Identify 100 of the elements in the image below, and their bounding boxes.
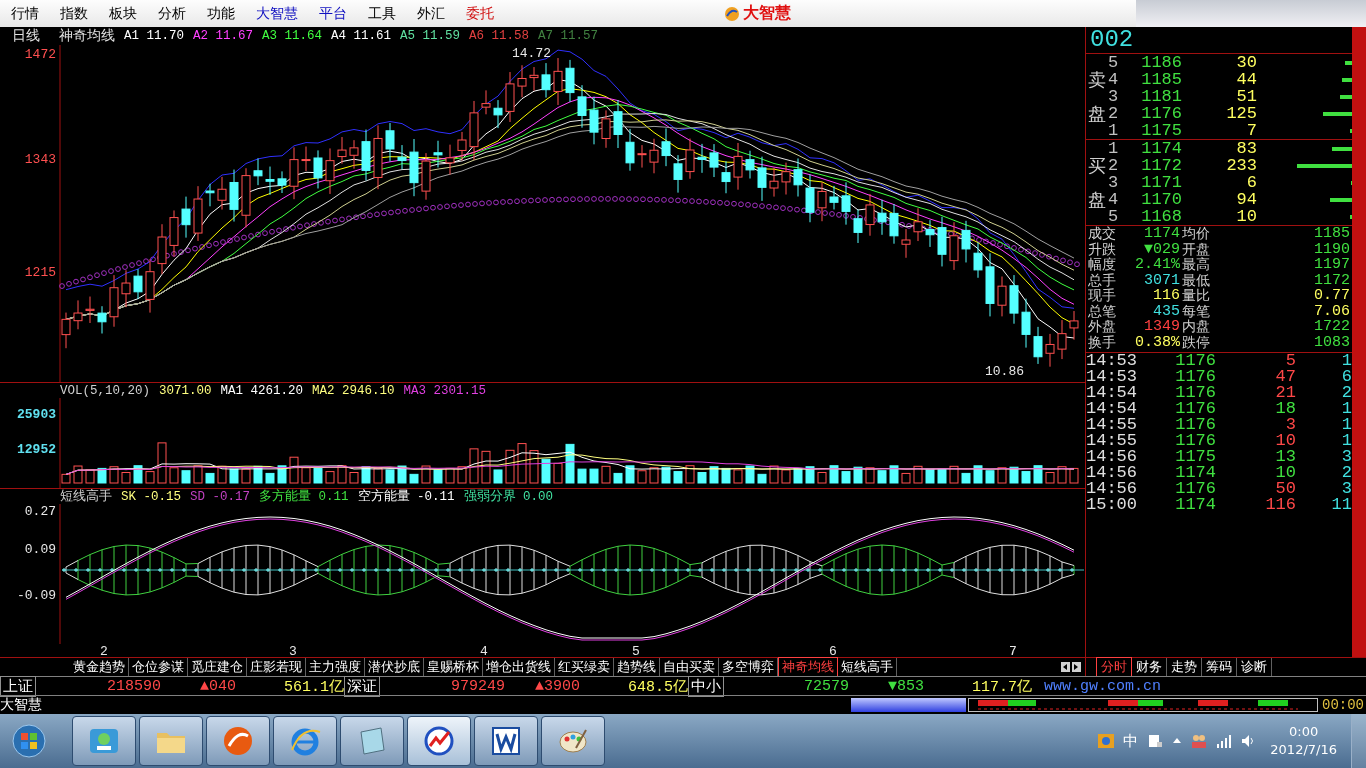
indicator-tab[interactable]: 多空博弈 — [719, 658, 778, 676]
index-name[interactable]: 深证 — [344, 675, 380, 697]
tick-volume: 21 — [1274, 385, 1296, 401]
stat-label: 幅度 — [1087, 257, 1117, 273]
tick-time: 14:55 — [1086, 417, 1138, 433]
indicator-tab[interactable]: 神奇均线 — [778, 657, 838, 677]
menu-item[interactable]: 大智慧 — [245, 4, 308, 23]
stock-code: 002 — [1086, 27, 1352, 54]
menu-item[interactable]: 功能 — [196, 4, 245, 23]
input-tool-icon[interactable] — [1146, 732, 1165, 750]
menu-item[interactable]: 委托 — [455, 4, 504, 23]
axis-label: 25903 — [17, 407, 56, 422]
panel-tab[interactable]: 财务 — [1132, 658, 1167, 676]
indicator-tab[interactable]: 潜伏抄底 — [365, 658, 424, 676]
tick-count: 2 — [1340, 465, 1352, 481]
website-link[interactable]: www.gw.com.cn — [1044, 677, 1162, 695]
oscillator-name: 短线高手 — [60, 489, 112, 504]
taskbar-button[interactable] — [541, 716, 605, 766]
taskbar-button[interactable] — [273, 716, 337, 766]
indicator-tab[interactable]: 黄金趋势 — [70, 658, 129, 676]
indicator-value: A5 11.59 — [400, 29, 461, 43]
indicator-tab[interactable]: 主力强度 — [306, 658, 365, 676]
tick-price: 1176 — [1174, 401, 1216, 417]
tick-volume: 18 — [1274, 401, 1296, 417]
menu-item[interactable]: 工具 — [357, 4, 406, 23]
panel-tab[interactable]: 走势 — [1167, 658, 1202, 676]
chart-app-icon — [422, 724, 456, 758]
oscillator-value: 多方能量 0.11 — [259, 489, 349, 504]
order-level: 4 — [1108, 191, 1120, 208]
indicator-tab[interactable]: 自由买卖 — [660, 658, 719, 676]
axis-label: 5 — [632, 644, 640, 657]
tick-price: 1176 — [1174, 433, 1216, 449]
taskbar-button[interactable] — [407, 716, 471, 766]
axis-label: 0.27 — [24, 504, 56, 519]
tick-volume: 116 — [1264, 497, 1296, 513]
menu-item[interactable]: 外汇 — [406, 4, 455, 23]
taskbar-button[interactable] — [340, 716, 404, 766]
order-price: 1176 — [1140, 105, 1182, 122]
order-volume: 94 — [1235, 191, 1257, 208]
order-volume: 83 — [1235, 140, 1257, 157]
tick-count: 6 — [1340, 369, 1352, 385]
taskbar-button[interactable] — [206, 716, 270, 766]
menu-item[interactable]: 行情 — [0, 4, 49, 23]
indicator-tab[interactable]: 觅庄建仓 — [188, 658, 247, 676]
tick-time: 14:54 — [1086, 385, 1138, 401]
tick-time: 14:55 — [1086, 433, 1138, 449]
tick-price: 1176 — [1174, 385, 1216, 401]
depth-bar — [1329, 197, 1352, 202]
expand-tray-icon[interactable] — [1172, 736, 1183, 746]
order-volume: 6 — [1245, 174, 1257, 191]
indicator-tab[interactable]: 红买绿卖 — [555, 658, 614, 676]
clock[interactable]: 0:00 2012/7/16 — [1264, 723, 1343, 759]
scroll-arrows-icon[interactable] — [1061, 662, 1081, 672]
indicator-tab[interactable]: 仓位参谋 — [129, 658, 188, 676]
indicator-tab[interactable]: 趋势线 — [614, 658, 660, 676]
order-price: 1186 — [1140, 54, 1182, 71]
indicator-tab[interactable]: 增仓出货线 — [483, 658, 555, 676]
stat-label: 内盘 — [1181, 319, 1211, 335]
panel-tab[interactable]: 诊断 — [1237, 658, 1272, 676]
tick-count: 1 — [1340, 401, 1352, 417]
input-method-label[interactable]: 中 — [1123, 731, 1139, 751]
order-price: 1171 — [1140, 174, 1182, 191]
tick-price: 1176 — [1174, 481, 1216, 497]
indicator-tab[interactable]: 短线高手 — [838, 658, 897, 676]
tick-time: 14:56 — [1086, 465, 1138, 481]
order-level: 2 — [1108, 157, 1120, 174]
index-name[interactable]: 中小 — [688, 675, 724, 697]
index-value: 979249 — [450, 677, 505, 695]
stat-value: 2.41% — [1134, 257, 1180, 273]
scrollbar[interactable] — [1352, 27, 1366, 657]
logo-icon — [724, 5, 740, 22]
index-name[interactable]: 上证 — [0, 675, 36, 697]
panel-tab[interactable]: 分时 — [1096, 657, 1132, 677]
indicator-tab[interactable]: 皇赐桥杯 — [424, 658, 483, 676]
stat-label: 每笔 — [1181, 303, 1211, 319]
taskbar-button[interactable] — [139, 716, 203, 766]
index-amount: 117.7亿 — [971, 677, 1032, 696]
order-price: 1174 — [1140, 140, 1182, 157]
taskbar-button[interactable] — [72, 716, 136, 766]
stat-label: 总笔 — [1087, 303, 1117, 319]
tick-time: 14:53 — [1086, 353, 1138, 369]
app-logo: 大智慧 — [743, 3, 791, 24]
axis-label: 4 — [480, 644, 488, 657]
signal-icon[interactable] — [1216, 734, 1233, 748]
stat-label: 跌停 — [1181, 334, 1211, 350]
order-volume: 7 — [1245, 122, 1257, 139]
menu-item[interactable]: 板块 — [98, 4, 147, 23]
indicator-value: A2 11.67 — [193, 29, 254, 43]
oscillator-value: 空方能量 -0.11 — [357, 489, 455, 504]
taskbar-button[interactable] — [474, 716, 538, 766]
indicator-tab[interactable]: 庄影若现 — [247, 658, 306, 676]
low-price-label: 10.86 — [985, 364, 1024, 379]
menu-item[interactable]: 指数 — [49, 4, 98, 23]
panel-tab[interactable]: 筹码 — [1202, 658, 1237, 676]
order-level: 3 — [1108, 88, 1120, 105]
axis-label: 1472 — [24, 47, 56, 62]
depth-bar — [1344, 60, 1352, 65]
menu-item[interactable]: 平台 — [308, 4, 357, 23]
document-app-icon — [489, 724, 523, 758]
menu-item[interactable]: 分析 — [147, 4, 196, 23]
